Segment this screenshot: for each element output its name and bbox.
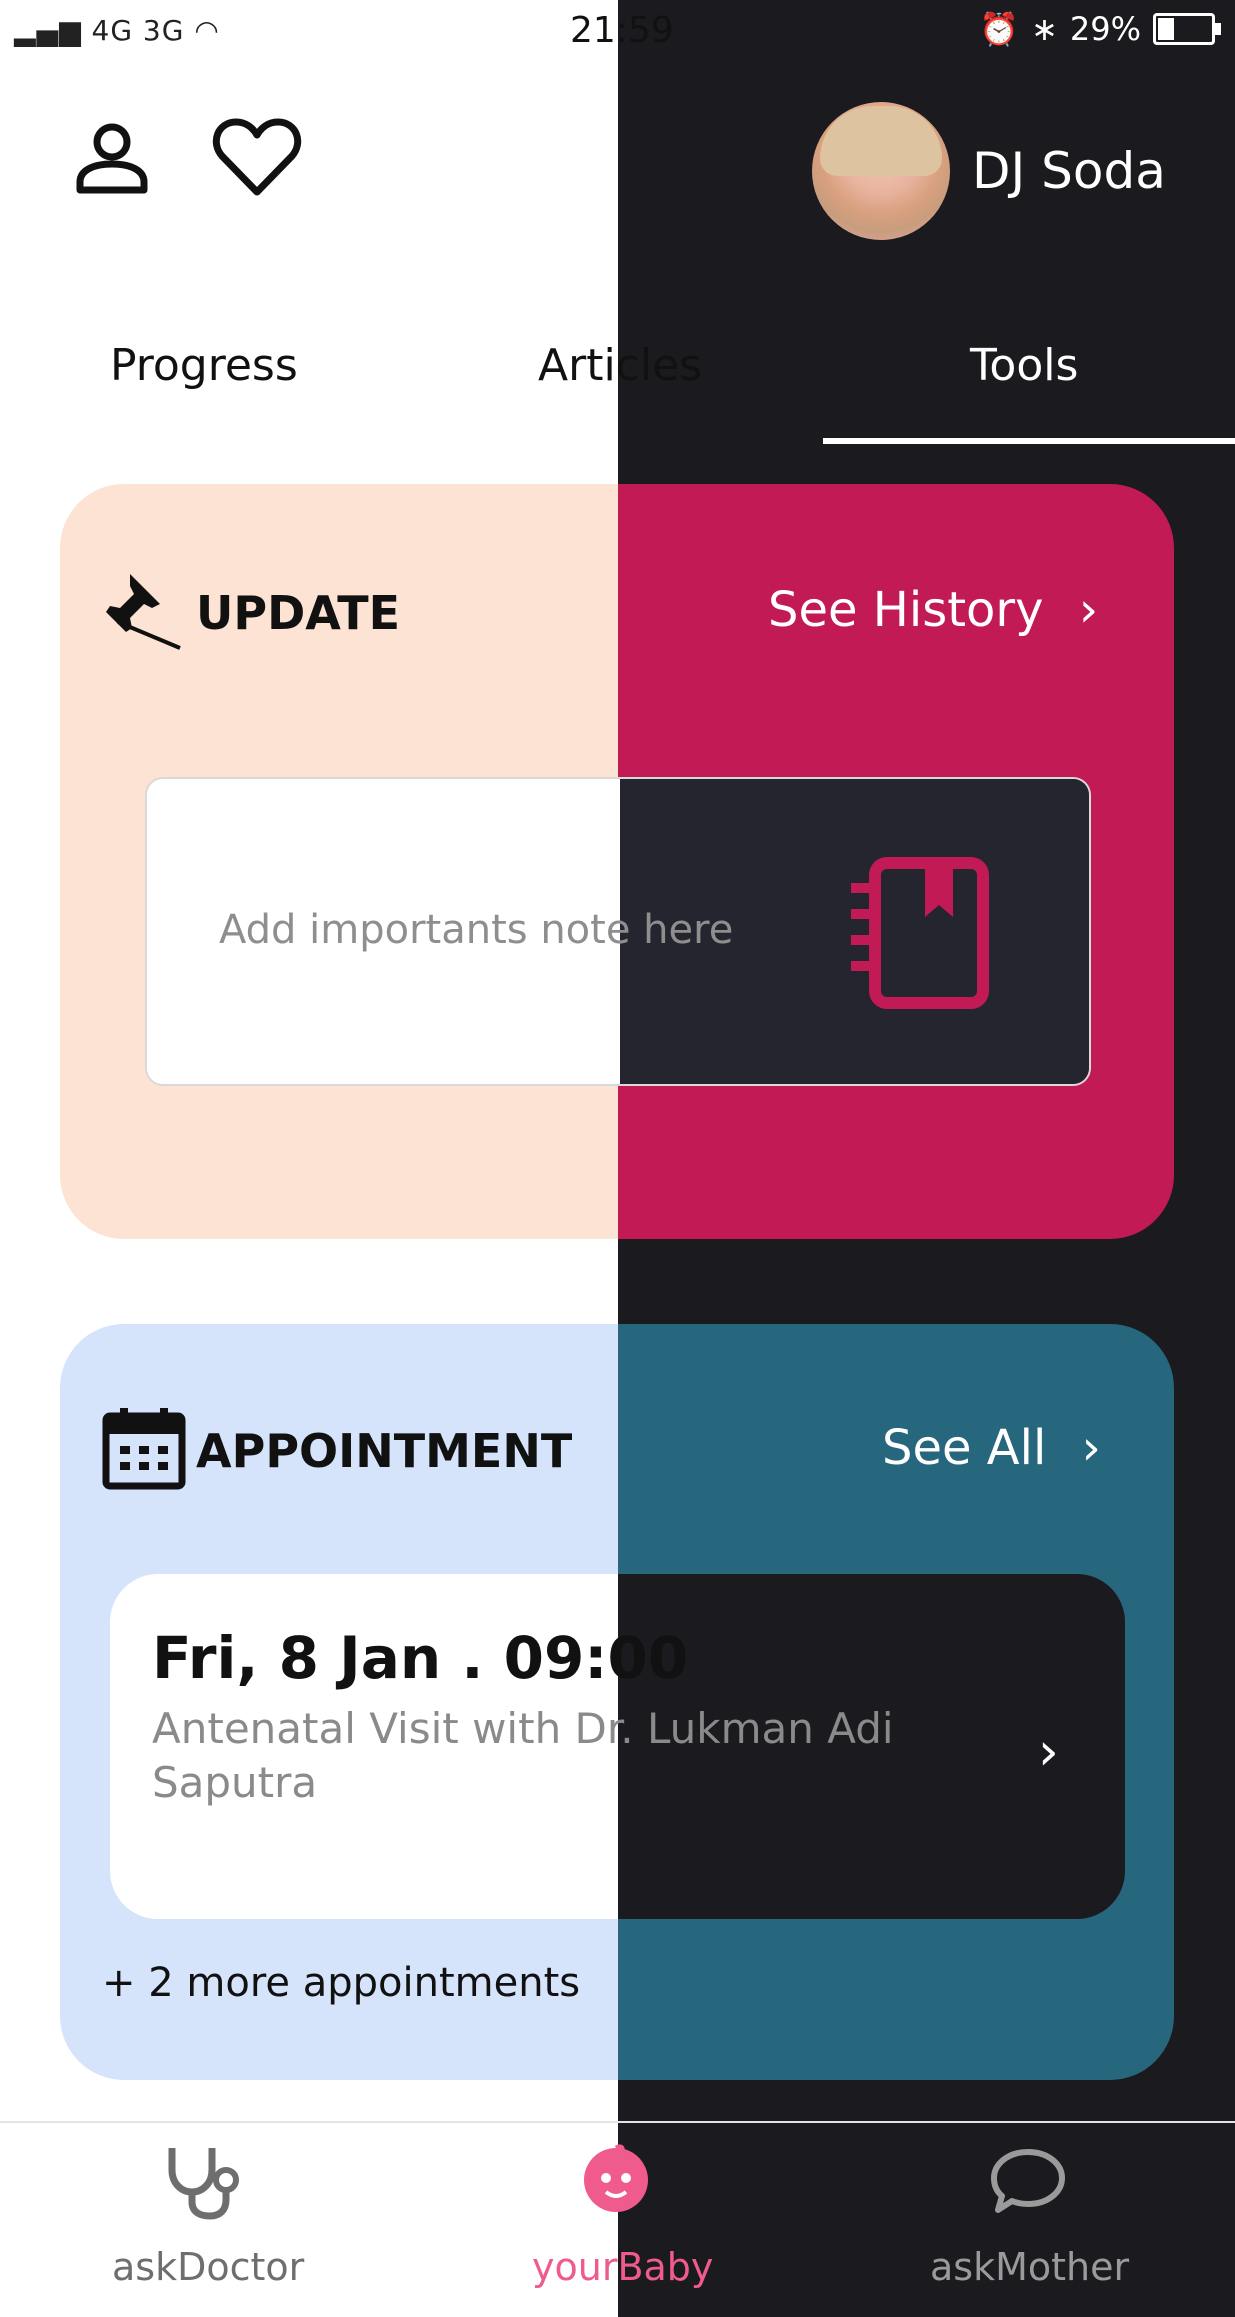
user-name[interactable]: DJ Soda	[972, 142, 1166, 200]
tab-articles[interactable]: Articles	[538, 340, 702, 391]
bottom-nav-divider	[0, 2121, 1235, 2123]
note-input[interactable]: Add importants note here	[145, 777, 1091, 1086]
nav-askdoctor[interactable]: askDoctor	[112, 2245, 304, 2289]
battery-percent: 29%	[1069, 10, 1141, 48]
appointment-title: APPOINTMENT	[196, 1424, 573, 1478]
nav-yourbaby[interactable]: yourBaby	[532, 2245, 713, 2289]
signal-icon: ▂▄▆	[14, 14, 82, 47]
see-all-label: See All	[882, 1420, 1047, 1476]
calendar-icon	[102, 1406, 186, 1490]
chevron-right-icon: ›	[1081, 1420, 1101, 1476]
alarm-icon: ⏰	[979, 10, 1020, 48]
avatar[interactable]	[812, 102, 950, 240]
bluetooth-icon: ∗	[1031, 10, 1058, 48]
see-history-link[interactable]: See History ›	[768, 582, 1098, 638]
heart-icon[interactable]	[212, 116, 302, 198]
wifi-icon: ◠	[194, 14, 220, 47]
chat-bubble-icon[interactable]	[990, 2148, 1066, 2216]
note-placeholder: Add importants note here	[219, 907, 734, 953]
chevron-right-icon[interactable]: ›	[1038, 1722, 1059, 1782]
avatar-hair	[820, 106, 942, 176]
stethoscope-icon[interactable]	[164, 2144, 244, 2220]
battery-fill	[1158, 18, 1175, 40]
notebook-icon[interactable]	[849, 857, 989, 1009]
baby-icon[interactable]	[576, 2144, 656, 2214]
active-tab-indicator	[823, 438, 1235, 444]
nav-askmother[interactable]: askMother	[930, 2245, 1129, 2289]
appointment-description: Antenatal Visit with Dr. Lukman Adi Sapu…	[152, 1704, 894, 1807]
see-history-label: See History	[768, 582, 1044, 638]
see-all-link[interactable]: See All ›	[882, 1420, 1101, 1476]
status-right-icons: ⏰ ∗ 29%	[979, 10, 1221, 48]
battery-icon	[1153, 13, 1221, 45]
pin-icon	[100, 570, 184, 650]
user-icon[interactable]	[74, 120, 150, 196]
appointment-item[interactable]: Fri, 8 Jan . 09:00 Antenatal Visit with …	[110, 1574, 1125, 1919]
more-appointments-link[interactable]: + 2 more appointments	[102, 1960, 580, 2006]
appointment-datetime: Fri, 8 Jan . 09:00	[152, 1624, 689, 1692]
chevron-right-icon: ›	[1078, 582, 1099, 638]
tab-progress[interactable]: Progress	[110, 340, 298, 391]
update-title: UPDATE	[196, 586, 401, 640]
status-bar: ▂▄▆ 4G 3G ◠ 21:59 ⏰ ∗ 29%	[0, 0, 1235, 60]
network-indicator: ▂▄▆ 4G 3G ◠	[14, 14, 220, 47]
tab-tools[interactable]: Tools	[970, 340, 1078, 391]
clock: 21:59	[570, 10, 674, 51]
